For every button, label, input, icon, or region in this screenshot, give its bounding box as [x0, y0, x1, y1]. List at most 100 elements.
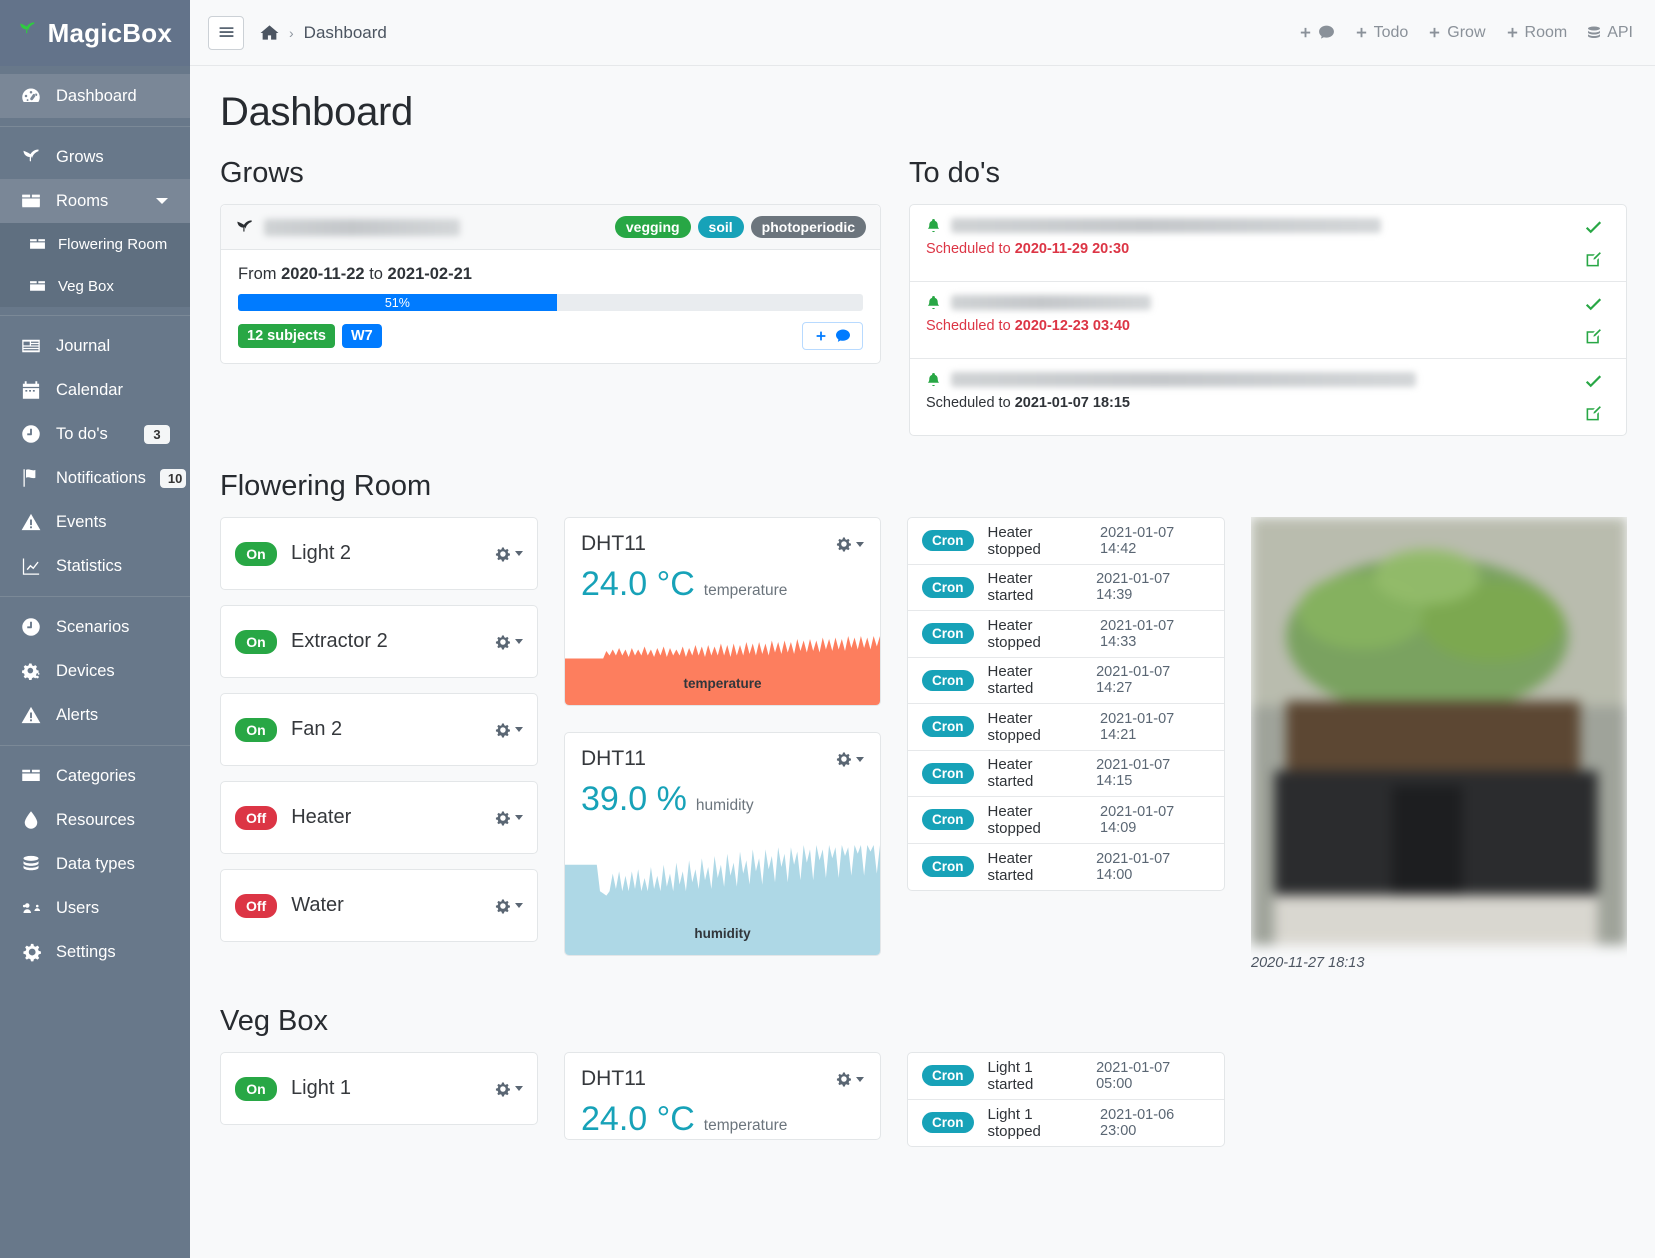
sidebar-item-veg-box[interactable]: Veg Box [0, 265, 190, 307]
sidebar-item-settings[interactable]: Settings [0, 930, 190, 974]
home-icon[interactable] [260, 23, 279, 42]
sidebar-item-resources[interactable]: Resources [0, 798, 190, 842]
clock-icon [20, 423, 42, 445]
cogs-icon [20, 660, 42, 682]
sensor-card-humidity[interactable]: DHT11 39.0 % humidity humidity [564, 732, 881, 956]
device-card[interactable]: On Light 1 [220, 1052, 538, 1125]
todos-card: Scheduled to 2020-11-29 20:30 Scheduled … [909, 204, 1627, 436]
grow-card[interactable]: vegging soil photoperiodic From 2020-11-… [220, 204, 881, 364]
sidebar-item-label: Users [56, 898, 100, 917]
box-icon [20, 765, 42, 787]
add-comment-button[interactable] [1298, 24, 1335, 41]
add-room-button[interactable]: Room [1505, 24, 1567, 42]
device-card[interactable]: On Fan 2 [220, 693, 538, 766]
check-icon[interactable] [1585, 220, 1602, 237]
gear-icon [495, 547, 510, 561]
device-settings-dropdown[interactable] [494, 898, 523, 914]
edit-icon[interactable] [1585, 328, 1602, 345]
sidebar-item-label: Alerts [56, 705, 99, 724]
sidebar-item-journal[interactable]: Journal [0, 324, 190, 368]
log-timestamp: 2021-01-07 14:09 [1100, 803, 1175, 836]
brand[interactable]: MagicBox [0, 0, 190, 66]
sidebar-item-grows[interactable]: Grows [0, 135, 190, 179]
sidebar-item-flowering-room[interactable]: Flowering Room [0, 223, 190, 265]
sidebar-item-categories[interactable]: Categories [0, 754, 190, 798]
log-source-badge: Cron [922, 856, 974, 878]
check-icon[interactable] [1585, 374, 1602, 391]
sidebar-item-alerts[interactable]: Alerts [0, 693, 190, 737]
log-row[interactable]: Cron Heater started 2021-01-07 14:27 [908, 658, 1224, 704]
sidebar-item-calendar[interactable]: Calendar [0, 368, 190, 412]
log-row[interactable]: Cron Heater stopped 2021-01-07 14:33 [908, 611, 1224, 658]
device-state-badge[interactable]: Off [235, 893, 278, 918]
chevron-down-icon [856, 756, 864, 762]
todo-item[interactable]: Scheduled to 2020-12-23 03:40 [910, 282, 1626, 359]
log-row[interactable]: Cron Heater started 2021-01-07 14:39 [908, 565, 1224, 611]
grow-tag-stage: vegging [614, 216, 691, 238]
sidebar-item-statistics[interactable]: Statistics [0, 544, 190, 588]
log-row[interactable]: Cron Heater stopped 2021-01-07 14:42 [908, 518, 1224, 565]
device-state-badge[interactable]: On [235, 541, 277, 566]
photo-column [1251, 1052, 1627, 1147]
add-todo-button[interactable]: Todo [1354, 24, 1408, 42]
edit-icon[interactable] [1585, 251, 1602, 268]
warning-icon [20, 704, 42, 726]
todo-item[interactable]: Scheduled to 2021-01-07 18:15 [910, 359, 1626, 435]
todo-content: Scheduled to 2020-12-23 03:40 [926, 295, 1576, 345]
gear-icon [20, 941, 42, 963]
todo-item[interactable]: Scheduled to 2020-11-29 20:30 [910, 205, 1626, 282]
sidebar-item-events[interactable]: Events [0, 500, 190, 544]
sidebar-item-notifications[interactable]: Notifications 10 [0, 456, 190, 500]
sidebar-item-rooms[interactable]: Rooms [0, 179, 190, 223]
device-settings-dropdown[interactable] [494, 722, 523, 738]
device-settings-dropdown[interactable] [494, 1081, 523, 1097]
sensor-value-line: 39.0 % humidity [581, 780, 864, 819]
device-card[interactable]: Off Water [220, 869, 538, 942]
log-message: Heater started [987, 663, 1034, 698]
sensor-card-temperature[interactable]: DHT11 24.0 °C temperature [564, 517, 881, 706]
breadcrumb-current: Dashboard [303, 22, 387, 42]
edit-icon[interactable] [1585, 405, 1602, 422]
device-state-badge[interactable]: On [235, 629, 277, 654]
photo-container[interactable]: 2020-11-27 18:13 [1251, 517, 1627, 971]
device-card[interactable]: On Light 2 [220, 517, 538, 590]
log-row[interactable]: Cron Light 1 stopped 2021-01-06 23:00 [908, 1100, 1224, 1147]
sensor-settings-dropdown[interactable] [835, 751, 864, 767]
sensor-settings-dropdown[interactable] [835, 536, 864, 552]
grow-date-start: 2020-11-22 [281, 265, 365, 283]
sidebar-item-data-types[interactable]: Data types [0, 842, 190, 886]
api-link[interactable]: API [1586, 24, 1633, 42]
grow-add-note-button[interactable] [802, 322, 863, 350]
device-state-badge[interactable]: On [235, 1076, 277, 1101]
sensor-header: DHT11 [581, 1067, 864, 1091]
sidebar-item-devices[interactable]: Devices [0, 649, 190, 693]
log-row[interactable]: Cron Heater started 2021-01-07 14:15 [908, 751, 1224, 797]
sidebar-item-todos[interactable]: To do's 3 [0, 412, 190, 456]
add-grow-button[interactable]: Grow [1427, 24, 1486, 42]
log-row[interactable]: Cron Light 1 started 2021-01-07 05:00 [908, 1053, 1224, 1100]
log-row[interactable]: Cron Heater stopped 2021-01-07 14:21 [908, 704, 1224, 751]
device-settings-dropdown[interactable] [494, 634, 523, 650]
log-row[interactable]: Cron Heater stopped 2021-01-07 14:09 [908, 797, 1224, 844]
device-settings-dropdown[interactable] [494, 546, 523, 562]
hamburger-icon[interactable] [208, 15, 244, 50]
check-icon[interactable] [1585, 297, 1602, 314]
sensor-card-temperature[interactable]: DHT11 24.0 °C temperature [564, 1052, 881, 1140]
box-icon [28, 236, 46, 253]
sidebar-item-scenarios[interactable]: Scenarios [0, 605, 190, 649]
device-card[interactable]: Off Heater [220, 781, 538, 854]
log-row[interactable]: Cron Heater started 2021-01-07 14:00 [908, 844, 1224, 891]
page-title: Dashboard [220, 90, 413, 134]
log-timestamp: 2021-01-07 14:42 [1100, 524, 1175, 557]
breadcrumb-separator: › [289, 24, 294, 41]
todo-content: Scheduled to 2020-11-29 20:30 [926, 218, 1576, 268]
log-source-badge: Cron [922, 1065, 974, 1087]
sensor-settings-dropdown[interactable] [835, 1071, 864, 1087]
sidebar-item-dashboard[interactable]: Dashboard [0, 74, 190, 118]
device-settings-dropdown[interactable] [494, 810, 523, 826]
device-card[interactable]: On Extractor 2 [220, 605, 538, 678]
sidebar-item-users[interactable]: Users [0, 886, 190, 930]
main-area: › Dashboard Todo Grow Room API Dashboard… [190, 0, 1655, 1258]
device-state-badge[interactable]: On [235, 717, 277, 742]
device-state-badge[interactable]: Off [235, 805, 278, 830]
